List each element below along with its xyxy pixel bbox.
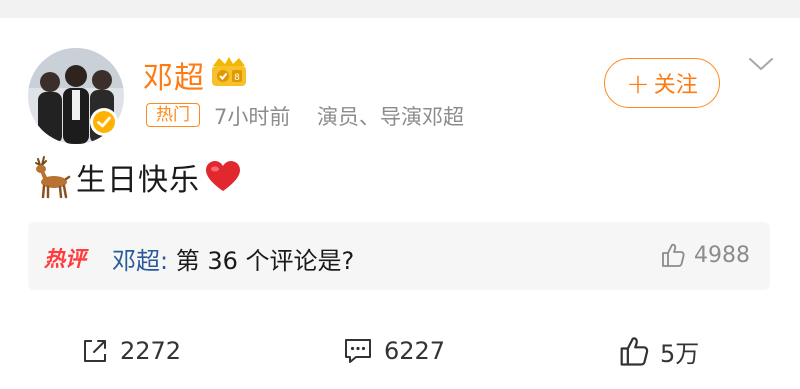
share-count: 2272 — [120, 337, 182, 365]
share-button[interactable]: 2272 — [80, 328, 181, 374]
deer-emoji-icon — [28, 155, 72, 199]
heart-emoji-icon — [206, 161, 240, 193]
thumb-up-icon — [620, 337, 649, 366]
comment-icon — [345, 339, 371, 363]
like-button[interactable]: 5万 — [618, 328, 699, 374]
thumb-up-icon — [662, 243, 685, 267]
follow-button[interactable]: + 关注 — [604, 58, 720, 108]
action-bar: 2272 6227 5万 — [0, 328, 800, 374]
post-content: 生日快乐 — [28, 152, 240, 202]
like-count: 5万 — [660, 339, 700, 368]
share-icon — [84, 340, 106, 362]
hot-tag: 热门 — [146, 103, 200, 127]
post-time: 7小时前 — [214, 105, 291, 129]
plus-icon: + — [626, 66, 650, 100]
hot-comment-text: 邓超: 第 36 个评论是? — [112, 241, 354, 276]
comment-like-button[interactable]: 4988 — [660, 242, 750, 268]
follow-label: 关注 — [653, 73, 698, 98]
post-body-text: 生日快乐 — [76, 163, 200, 198]
svg-text:8: 8 — [234, 73, 240, 83]
username[interactable]: 邓超 — [143, 53, 205, 97]
verified-badge-icon — [90, 108, 118, 136]
comment-button[interactable]: 6227 — [342, 328, 445, 374]
user-bio: 演员、导演邓超 — [317, 105, 464, 129]
chevron-down-icon[interactable] — [748, 56, 774, 72]
hot-comment-tag: 热评 — [44, 247, 86, 271]
top-bar — [0, 0, 800, 18]
hot-comment[interactable]: 热评 邓超: 第 36 个评论是? 4988 — [28, 222, 770, 290]
comment-count: 6227 — [384, 337, 446, 365]
vip-badge-icon[interactable]: 8 — [207, 54, 251, 90]
comment-username[interactable]: 邓超: — [112, 247, 168, 275]
comment-body: 第 36 个评论是? — [175, 247, 355, 275]
comment-like-count: 4988 — [694, 242, 750, 268]
